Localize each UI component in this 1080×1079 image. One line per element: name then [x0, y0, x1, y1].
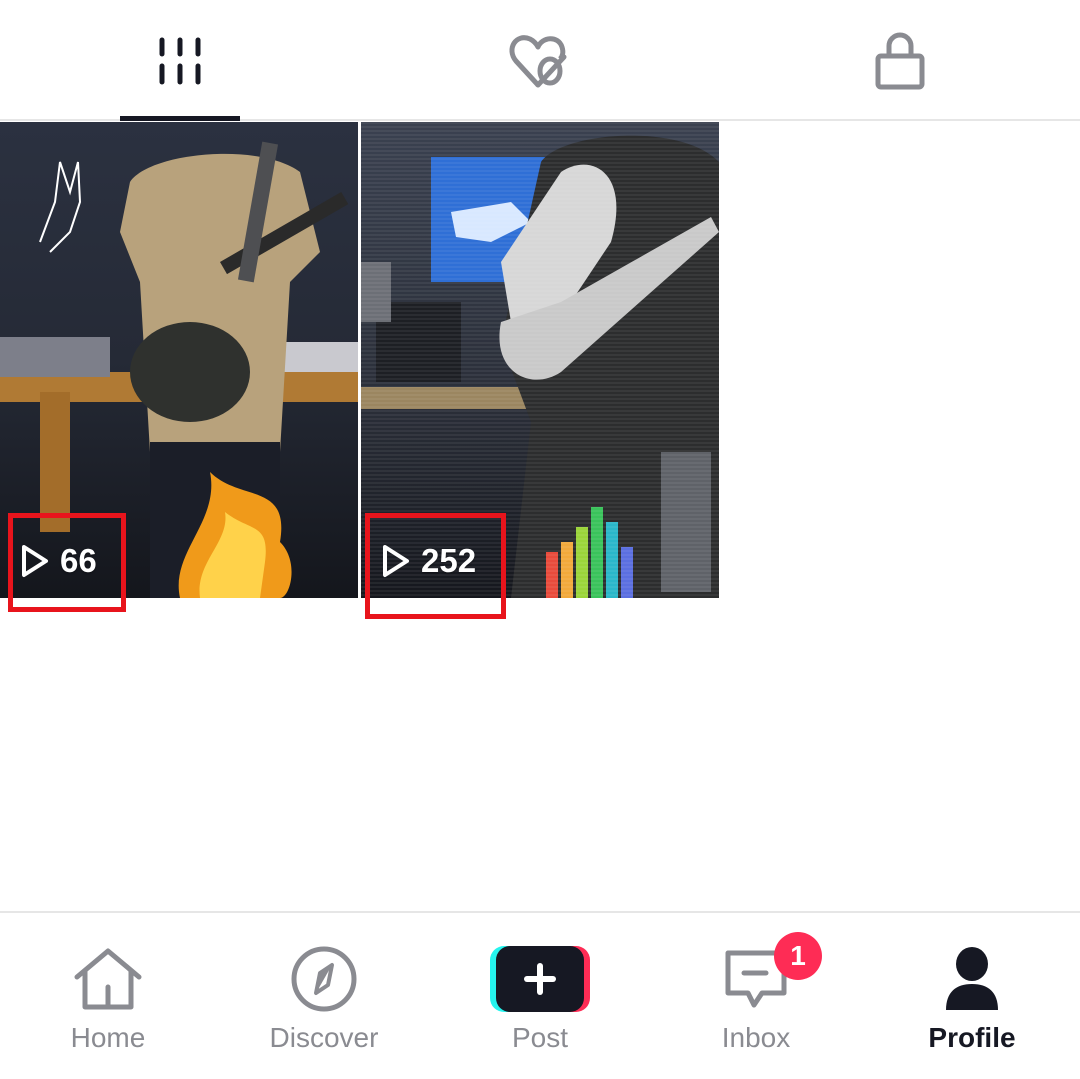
- nav-home[interactable]: Home: [0, 913, 216, 1079]
- hidden-heart-icon: [509, 34, 567, 87]
- grid-icon: [159, 37, 201, 84]
- tab-private[interactable]: [720, 0, 1080, 121]
- nav-home-label: Home: [70, 1022, 146, 1053]
- nav-post[interactable]: Post: [432, 913, 648, 1079]
- nav-inbox-label: Inbox: [721, 1022, 791, 1053]
- tab-videos[interactable]: [0, 0, 360, 121]
- lock-icon: [875, 32, 925, 89]
- view-count-highlight-box: [8, 513, 126, 612]
- person-icon: [946, 947, 998, 1010]
- nav-post-label: Post: [511, 1022, 569, 1053]
- nav-profile[interactable]: Profile: [864, 913, 1080, 1079]
- compass-icon: [291, 946, 357, 1012]
- active-tab-indicator: [120, 116, 240, 121]
- notification-badge: 1: [774, 932, 822, 980]
- nav-inbox[interactable]: 1 Inbox: [648, 913, 864, 1079]
- tab-liked[interactable]: [360, 0, 720, 121]
- view-count-highlight-box: [365, 513, 506, 619]
- bottom-navigation: Home Discover Post 1 Inbox Profile: [0, 911, 1080, 1079]
- nav-discover-label: Discover: [269, 1022, 379, 1053]
- nav-discover[interactable]: Discover: [216, 913, 432, 1079]
- nav-profile-label: Profile: [928, 1022, 1016, 1053]
- home-icon: [74, 948, 142, 1010]
- profile-tabs: [0, 0, 1080, 121]
- post-button-icon: [490, 946, 590, 1012]
